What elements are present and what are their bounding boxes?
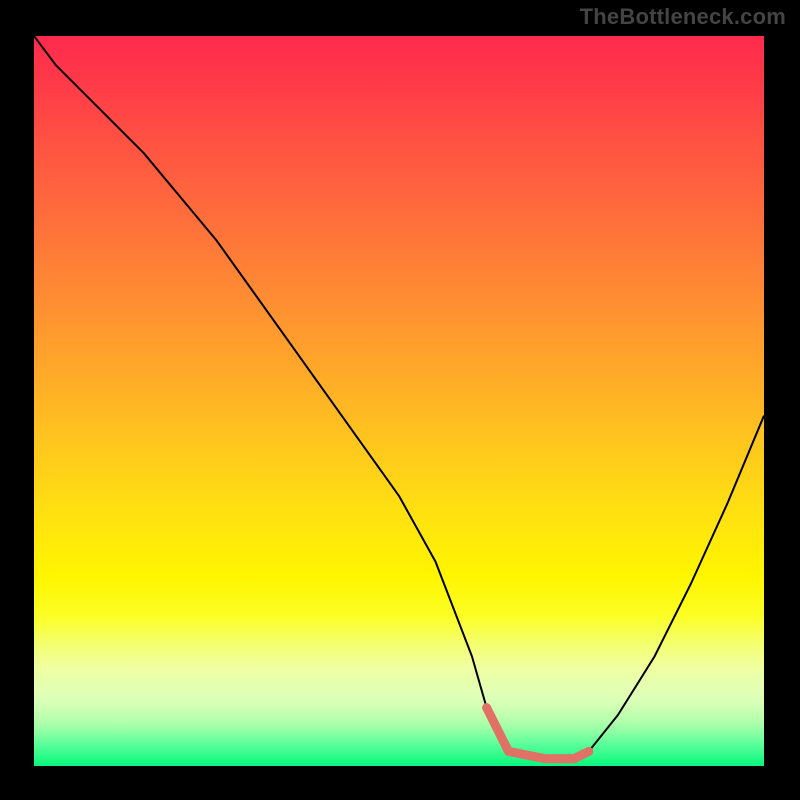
optimal-range-highlight xyxy=(487,708,589,759)
plot-area xyxy=(34,36,764,766)
watermark-text: TheBottleneck.com xyxy=(580,4,786,30)
chart-frame: TheBottleneck.com xyxy=(0,0,800,800)
curve-layer xyxy=(34,36,764,766)
bottleneck-curve xyxy=(34,36,764,759)
